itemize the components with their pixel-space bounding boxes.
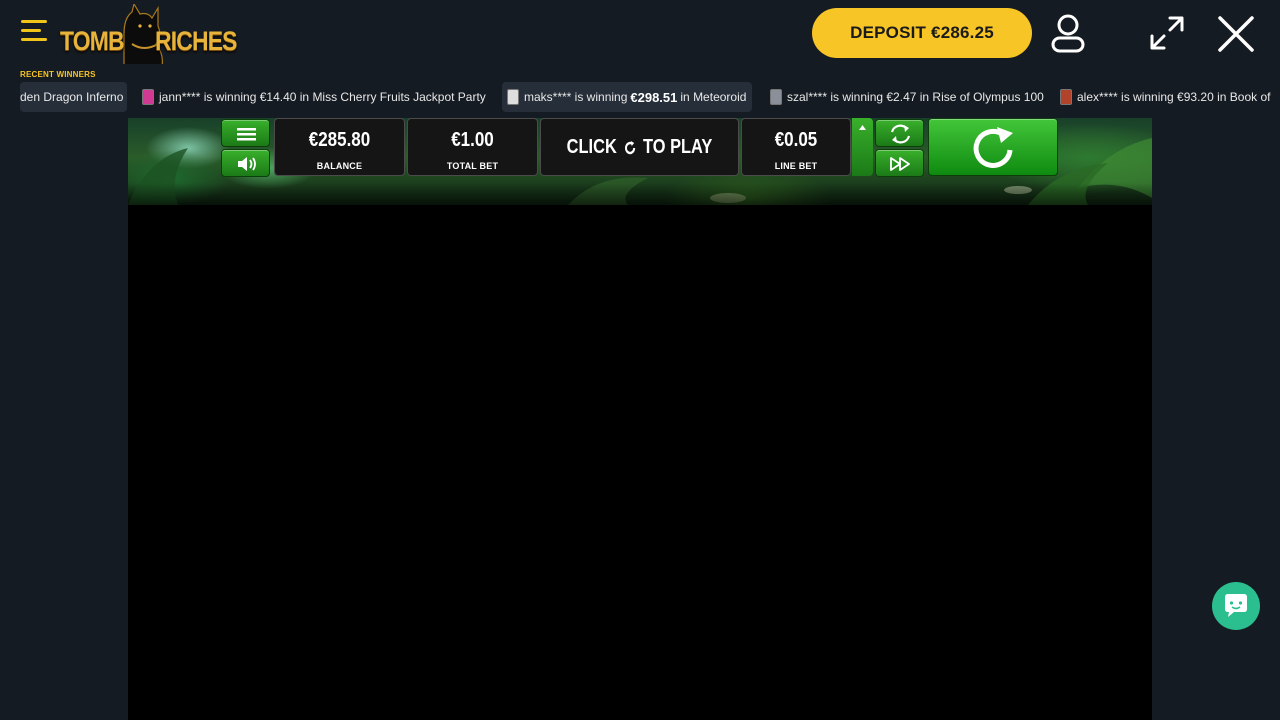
total-bet-label: TOTAL BET	[446, 161, 499, 171]
total-bet-value: €1.00	[451, 129, 494, 151]
winner-item[interactable]: szal**** is winning €2.47 in Rise of Oly…	[770, 82, 1044, 112]
play-text-right: TO PLAY	[643, 136, 713, 158]
spin-button[interactable]	[928, 118, 1058, 176]
fast-forward-icon	[890, 157, 910, 171]
winner-text: den Dragon Inferno	[20, 90, 124, 104]
balance-label: BALANCE	[316, 161, 363, 171]
sound-button[interactable]	[221, 149, 270, 177]
logo-text-left: TOMB	[60, 26, 125, 56]
winner-item[interactable]: maks**** is winning €298.51 in Meteoroid	[502, 82, 753, 112]
up-arrow-icon	[859, 125, 866, 130]
spin-arrow-icon	[624, 140, 636, 154]
hamburger-menu-icon[interactable]	[21, 20, 49, 46]
balance-value: €285.80	[308, 129, 371, 151]
winner-item[interactable]: alex**** is winning €93.20 in Book of	[1060, 82, 1270, 112]
winner-amount: €298.51	[630, 89, 678, 105]
line-bet-value: €0.05	[774, 129, 818, 151]
logo-text-right: RICHES	[155, 26, 237, 56]
game-menu-button[interactable]	[221, 119, 270, 147]
recent-winners-ticker: den Dragon Inferno jann**** is winning €…	[20, 82, 1280, 112]
top-bar: TOMB RICHES DEPOSIT €286.25	[0, 0, 1280, 68]
game-thumbnail	[507, 89, 519, 105]
winner-item[interactable]: jann**** is winning €14.40 in Miss Cherr…	[142, 82, 486, 112]
user-icon[interactable]	[1048, 12, 1088, 54]
winner-text: maks**** is winning	[524, 90, 628, 104]
click-to-play-panel[interactable]: CLICK TO PLAY	[540, 118, 739, 176]
deposit-button[interactable]: DEPOSIT €286.25	[812, 8, 1032, 58]
winner-text: alex**** is winning €93.20 in Book of	[1077, 90, 1271, 104]
line-bet-stepper[interactable]	[852, 118, 873, 176]
balance-panel: €285.80 BALANCE	[274, 118, 405, 176]
recent-winners-label: RECENT WINNERS	[20, 70, 96, 79]
game-thumbnail	[1060, 89, 1072, 105]
spin-icon	[973, 127, 1013, 168]
menu-lines-icon	[237, 128, 256, 141]
turbo-button[interactable]	[875, 149, 924, 177]
play-text-left: CLICK	[566, 136, 617, 158]
line-bet-label: LINE BET	[774, 161, 818, 171]
game-thumbnail	[770, 89, 782, 105]
expand-icon[interactable]	[1148, 14, 1186, 52]
chat-icon[interactable]	[1212, 582, 1260, 630]
winner-text: jann**** is winning €14.40 in Miss Cherr…	[159, 90, 486, 104]
game-frame[interactable]: €285.80 BALANCE €1.00 TOTAL BET CLICK TO…	[128, 118, 1152, 720]
game-thumbnail	[142, 89, 154, 105]
total-bet-panel[interactable]: €1.00 TOTAL BET	[407, 118, 538, 176]
autoplay-button[interactable]	[875, 119, 924, 147]
logo[interactable]: TOMB RICHES	[60, 4, 237, 64]
line-bet-panel[interactable]: €0.05 LINE BET	[741, 118, 851, 176]
winner-text: szal**** is winning €2.47 in Rise of Oly…	[787, 90, 1044, 104]
autoplay-icon	[890, 124, 911, 144]
winner-item[interactable]: den Dragon Inferno	[20, 82, 128, 112]
winner-game: in Meteoroid	[680, 90, 747, 104]
close-icon[interactable]	[1216, 14, 1256, 54]
speaker-icon	[238, 157, 256, 171]
